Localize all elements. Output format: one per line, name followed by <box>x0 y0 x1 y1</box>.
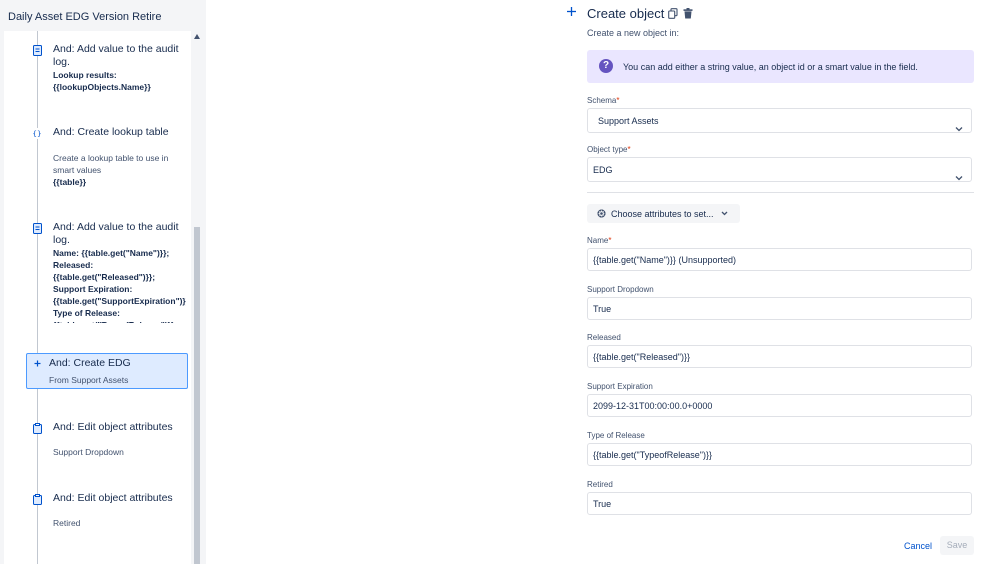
support-expiration-input[interactable]: 2099-12-31T00:00:00.0+0000 <box>587 394 972 417</box>
support-expiration-label: Support Expiration <box>587 382 653 391</box>
choose-attributes-label: Choose attributes to set... <box>611 208 714 219</box>
retired-input[interactable]: True <box>587 492 972 515</box>
save-button[interactable]: Save <box>940 536 974 555</box>
panel-title: Create object <box>587 6 665 21</box>
rule-item-smart-value: {{table}} <box>53 177 87 187</box>
rule-item-description: Create a lookup table to use in smart va… <box>53 153 169 175</box>
timeline-line <box>37 31 38 564</box>
audit-log-icon <box>32 45 42 56</box>
support-dropdown-label: Support Dropdown <box>587 285 654 294</box>
plus-icon <box>32 358 42 369</box>
question-mark-icon: ? <box>599 59 613 73</box>
schema-label: Schema* <box>587 96 620 105</box>
chevron-down-icon <box>721 211 728 216</box>
edit-object-icon <box>32 494 42 505</box>
panel-subtitle: Create a new object in: <box>587 28 680 38</box>
info-banner-text: You can add either a string value, an ob… <box>623 62 918 72</box>
rule-title: Daily Asset EDG Version Retire <box>8 11 162 23</box>
delete-trash-icon[interactable] <box>683 6 693 24</box>
divider <box>587 192 974 193</box>
name-field-label: Name* <box>587 236 612 245</box>
copy-icon[interactable] <box>668 6 678 24</box>
scrollbar-thumb[interactable] <box>194 227 200 564</box>
schema-selected-value: Support Assets <box>598 116 659 126</box>
rule-item-description: Lookup results: {{lookupObjects.Name}} <box>53 70 151 92</box>
rule-item-description: Support Dropdown <box>53 447 124 457</box>
rule-item-title: And: Create EDG <box>49 357 131 369</box>
object-type-select[interactable]: EDG <box>587 157 972 182</box>
rule-item-title: And: Edit object attributes <box>53 421 173 433</box>
schema-select[interactable]: Support Assets <box>587 108 972 133</box>
rule-item-title: And: Create lookup table <box>53 126 169 138</box>
support-dropdown-input[interactable]: True <box>587 297 972 320</box>
object-type-label: Object type* <box>587 145 631 154</box>
rule-item-description: Retired <box>53 518 81 528</box>
lookup-table-icon: {} <box>32 128 42 139</box>
add-component-plus-icon[interactable] <box>562 3 580 21</box>
sidebar-scrollbar[interactable] <box>191 31 200 564</box>
choose-attributes-button[interactable]: Choose attributes to set... <box>587 204 740 223</box>
chevron-down-icon <box>955 166 963 191</box>
panel-header-actions <box>668 6 693 24</box>
rule-list: And: Add value to the audit log. Lookup … <box>4 31 200 564</box>
gear-icon <box>596 208 607 219</box>
rule-item-description: Name: {{table.get("Name")}}; Released: {… <box>53 248 186 323</box>
released-label: Released <box>587 333 621 342</box>
cancel-button[interactable]: Cancel <box>904 541 932 551</box>
type-of-release-label: Type of Release <box>587 431 645 440</box>
retired-label: Retired <box>587 480 613 489</box>
name-field-input[interactable]: {{table.get("Name")}} (Unsupported) <box>587 248 972 271</box>
object-type-selected-value: EDG <box>593 165 613 175</box>
edit-object-icon <box>32 423 42 434</box>
info-banner: ? You can add either a string value, an … <box>587 50 974 83</box>
rule-sidebar: Daily Asset EDG Version Retire And: Add … <box>0 0 206 564</box>
rule-item-title: And: Add value to the audit log. <box>53 43 179 68</box>
svg-text:{}: {} <box>32 129 41 138</box>
rule-item-title: And: Edit object attributes <box>53 492 173 504</box>
released-input[interactable]: {{table.get("Released")}} <box>587 345 972 368</box>
rule-item-title: And: Add value to the audit log. <box>53 221 179 246</box>
rule-item-description: From Support Assets <box>49 375 129 385</box>
rule-item-create-edg-selected[interactable]: And: Create EDG From Support Assets <box>26 353 188 389</box>
scroll-up-arrow-icon[interactable] <box>194 34 200 39</box>
type-of-release-input[interactable]: {{table.get("TypeofRelease")}} <box>587 443 972 466</box>
audit-log-icon <box>32 223 42 234</box>
chevron-down-icon <box>955 117 963 142</box>
